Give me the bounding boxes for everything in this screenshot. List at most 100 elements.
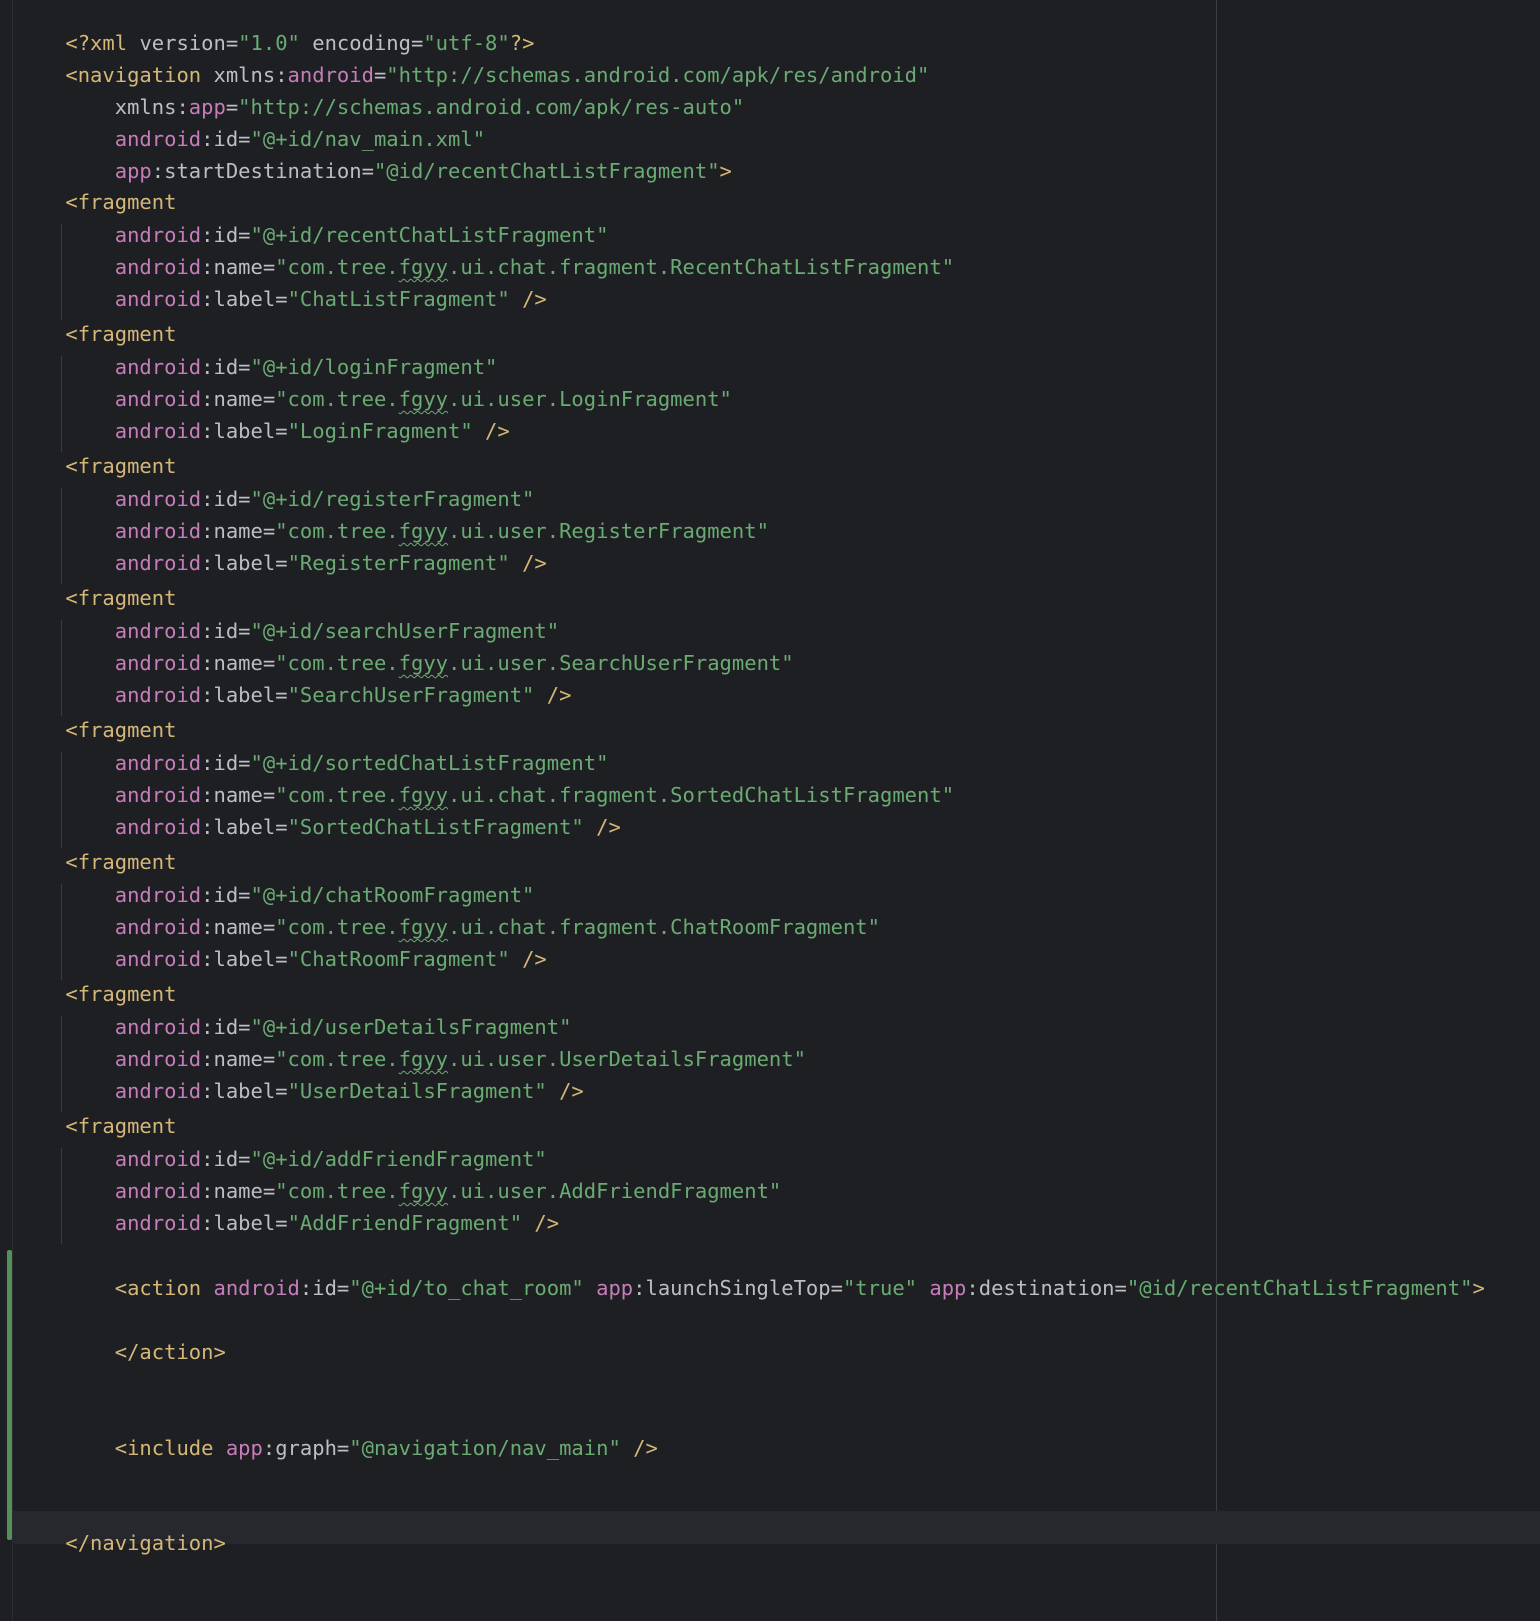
code-line-fragment-open[interactable]: <fragment: [16, 1110, 176, 1143]
fragment-self-close: />: [522, 1211, 560, 1235]
code-line-fragment-open[interactable]: <fragment: [16, 978, 176, 1011]
fragment-name-suffix: .ui.user.RegisterFragment": [448, 519, 769, 543]
fragment-self-close: />: [509, 947, 547, 971]
fragment-label-value: "AddFriendFragment": [287, 1211, 523, 1235]
fragment-self-close: />: [472, 419, 510, 443]
fragment-self-close: />: [534, 683, 572, 707]
fragment-name-prefix: "com.tree.: [275, 783, 399, 807]
fragment-open-tag: <fragment: [16, 850, 177, 874]
code-line-fragment-id[interactable]: android:id="@+id/searchUserFragment": [16, 615, 559, 648]
fragment-label-value: "RegisterFragment": [287, 551, 510, 575]
fragment-name-package-typo[interactable]: fgyy: [399, 519, 448, 543]
label-attribute: :label=: [201, 815, 288, 839]
label-attribute: :label=: [201, 287, 288, 311]
android-namespace: android: [114, 915, 202, 939]
fragment-name-package-typo[interactable]: fgyy: [399, 1047, 448, 1071]
fragment-name-suffix: .ui.user.LoginFragment": [448, 387, 732, 411]
code-line-fragment-open[interactable]: <fragment: [16, 714, 176, 747]
code-line-fragment-id[interactable]: android:id="@+id/recentChatListFragment": [16, 219, 609, 252]
fragment-name-package-typo[interactable]: fgyy: [399, 255, 448, 279]
fragment-name-prefix: "com.tree.: [275, 915, 399, 939]
code-line-navigation-id[interactable]: android:id="@+id/nav_main.xml": [16, 90, 485, 151]
id-attribute: :id=: [201, 223, 251, 247]
code-line-fragment-id[interactable]: android:id="@+id/sortedChatListFragment": [16, 747, 609, 780]
destination-value: "@id/recentChatListFragment": [1126, 1276, 1473, 1300]
code-line-fragment-label[interactable]: android:label="ChatRoomFragment" />: [16, 943, 547, 976]
fragment-name-prefix: "com.tree.: [275, 255, 399, 279]
name-attribute: :name=: [201, 1047, 276, 1071]
code-line-fragment-label[interactable]: android:label="LoginFragment" />: [16, 415, 510, 448]
action-open-tag: <action: [65, 1276, 202, 1300]
code-line-fragment-label[interactable]: android:label="SearchUserFragment" />: [16, 679, 572, 712]
code-line-fragment-open[interactable]: <fragment: [16, 318, 176, 351]
fragment-id-value: "@+id/registerFragment": [250, 487, 535, 511]
code-line-fragment-name[interactable]: android:name="com.tree.fgyy.ui.user.Sear…: [16, 647, 794, 680]
fragment-id-value: "@+id/recentChatListFragment": [250, 223, 609, 247]
code-line-fragment-id[interactable]: android:id="@+id/addFriendFragment": [16, 1143, 547, 1176]
code-line-navigation-close[interactable]: </navigation>: [16, 1494, 225, 1555]
code-line-fragment-label[interactable]: android:label="AddFriendFragment" />: [16, 1207, 559, 1240]
action-open-close: >: [1472, 1276, 1485, 1300]
code-line-fragment-id[interactable]: android:id="@+id/registerFragment": [16, 483, 535, 516]
android-namespace: android: [201, 1276, 300, 1300]
name-attribute: :name=: [201, 783, 276, 807]
fragment-name-package-typo[interactable]: fgyy: [399, 1179, 448, 1203]
code-line-fragment-name[interactable]: android:name="com.tree.fgyy.ui.user.User…: [16, 1043, 806, 1076]
code-line-fragment-label[interactable]: android:label="SortedChatListFragment" /…: [16, 811, 621, 844]
name-attribute: :name=: [201, 915, 276, 939]
fragment-self-close: />: [546, 1079, 584, 1103]
code-line-xml-declaration[interactable]: <?xml version="1.0" encoding="utf-8"?>: [16, 0, 534, 55]
code-line-fragment-open[interactable]: <fragment: [16, 450, 176, 483]
code-line-fragment-name[interactable]: android:name="com.tree.fgyy.ui.user.AddF…: [16, 1175, 782, 1208]
android-namespace: android: [114, 1015, 202, 1039]
code-line-fragment-label[interactable]: android:label="RegisterFragment" />: [16, 547, 547, 580]
code-line-fragment-open[interactable]: <fragment: [16, 846, 176, 879]
code-line-action-open[interactable]: <action android:id="@+id/to_chat_room" a…: [16, 1239, 1485, 1300]
fragment-name-package-typo[interactable]: fgyy: [399, 387, 448, 411]
code-line-xmlns-app[interactable]: xmlns:app="http://schemas.android.com/ap…: [16, 58, 744, 119]
destination-attribute: :destination=: [966, 1276, 1127, 1300]
code-line-fragment-open[interactable]: <fragment: [16, 186, 176, 219]
code-line-fragment-name[interactable]: android:name="com.tree.fgyy.ui.chat.frag…: [16, 251, 954, 284]
code-line-fragment-name[interactable]: android:name="com.tree.fgyy.ui.chat.frag…: [16, 779, 954, 812]
code-line-fragment-name[interactable]: android:name="com.tree.fgyy.ui.user.Regi…: [16, 515, 769, 548]
vcs-change-marker[interactable]: [7, 1250, 12, 1540]
code-line-fragment-name[interactable]: android:name="com.tree.fgyy.ui.chat.frag…: [16, 911, 880, 944]
fragment-name-package-typo[interactable]: fgyy: [399, 783, 448, 807]
fragment-id-value: "@+id/searchUserFragment": [250, 619, 560, 643]
code-line-navigation-open[interactable]: <navigation xmlns:android="http://schema…: [16, 26, 929, 87]
fragment-self-close: />: [509, 551, 547, 575]
code-line-include[interactable]: <include app:graph="@navigation/nav_main…: [16, 1399, 658, 1460]
fragment-name-prefix: "com.tree.: [275, 1179, 399, 1203]
fragment-label-value: "LoginFragment": [287, 419, 473, 443]
code-line-fragment-label[interactable]: android:label="UserDetailsFragment" />: [16, 1075, 584, 1108]
code-line-fragment-label[interactable]: android:label="ChatListFragment" />: [16, 283, 547, 316]
code-line-fragment-id[interactable]: android:id="@+id/loginFragment": [16, 351, 498, 384]
id-attribute: :id=: [201, 1147, 251, 1171]
code-line-start-destination[interactable]: app:startDestination="@id/recentChatList…: [16, 122, 732, 183]
fragment-name-package-typo[interactable]: fgyy: [399, 915, 448, 939]
fragment-open-tag: <fragment: [16, 454, 177, 478]
app-namespace: app: [114, 159, 152, 183]
fragment-name-package-typo[interactable]: fgyy: [399, 651, 448, 675]
gutter-border: [12, 0, 13, 1621]
code-line-action-close[interactable]: </action>: [16, 1303, 226, 1364]
code-line-fragment-name[interactable]: android:name="com.tree.fgyy.ui.user.Logi…: [16, 383, 732, 416]
code-line-fragment-id[interactable]: android:id="@+id/userDetailsFragment": [16, 1011, 572, 1044]
code-editor[interactable]: <?xml version="1.0" encoding="utf-8"?> <…: [0, 0, 1540, 1621]
android-namespace: android: [114, 651, 202, 675]
fragment-id-value: "@+id/loginFragment": [250, 355, 498, 379]
code-line-fragment-open[interactable]: <fragment: [16, 582, 176, 615]
fragment-open-tag: <fragment: [16, 190, 177, 214]
code-line-fragment-id[interactable]: android:id="@+id/chatRoomFragment": [16, 879, 535, 912]
